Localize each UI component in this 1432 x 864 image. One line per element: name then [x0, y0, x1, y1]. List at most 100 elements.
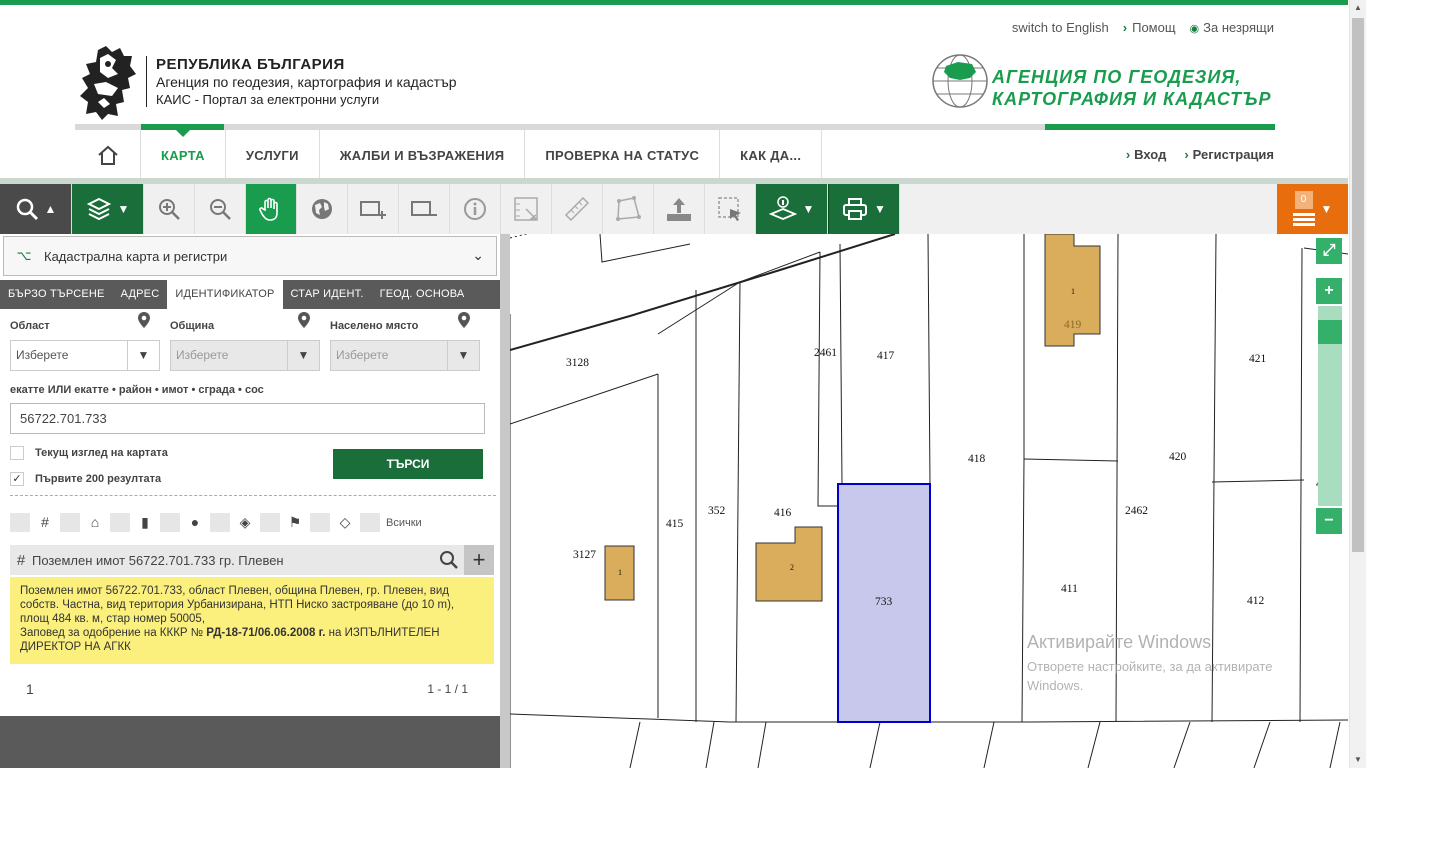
layer-info-button[interactable]: ▼ [756, 184, 828, 234]
globe-icon [312, 199, 332, 219]
header-line3: КАИС - Портал за електронни услуги [156, 92, 380, 107]
parcel-grid-icon: # [41, 514, 49, 530]
filter-all-label: Всички [386, 516, 422, 529]
fullscreen-button[interactable]: ⤢ [1316, 238, 1342, 264]
nav-status-check[interactable]: ПРОВЕРКА НА СТАТУС [525, 130, 721, 180]
parcel-label: 411 [1061, 583, 1078, 595]
zoom-in-icon [159, 199, 180, 220]
scroll-up-icon[interactable]: ▲ [1350, 0, 1366, 16]
filter-checkbox[interactable] [10, 513, 30, 532]
municipality-select[interactable]: Изберете ▼ [170, 340, 320, 371]
parcel-label: 2462 [1125, 505, 1148, 517]
parcel-label: 418 [968, 453, 986, 465]
zoom-box-out-icon [411, 201, 437, 216]
zoom-box-out-tool[interactable] [399, 184, 450, 234]
scroll-thumb[interactable] [1352, 18, 1364, 552]
full-extent-tool[interactable] [297, 184, 348, 234]
expand-icon: ⤢ [1322, 242, 1336, 259]
first-200-checkbox[interactable]: ✓ [10, 472, 24, 486]
layers-button[interactable]: ▼ [72, 184, 144, 234]
chevron-down-icon: ▼ [1320, 202, 1333, 216]
search-button[interactable]: ТЪРСИ [333, 449, 483, 479]
zoom-in-button[interactable]: + [1316, 278, 1342, 304]
filter-checkbox[interactable] [210, 513, 230, 532]
minus-icon: − [1324, 512, 1334, 529]
chevron-down-icon: ▼ [447, 341, 479, 370]
help-link[interactable]: › Помощ [1123, 20, 1176, 35]
result-count: 1 - 1 / 1 [427, 682, 468, 696]
layer-info-icon [768, 196, 797, 220]
zoom-slider-thumb[interactable] [1318, 320, 1342, 344]
identifier-label: екатте ИЛИ екатте • район • имот • сград… [10, 384, 264, 396]
filter-checkbox[interactable] [310, 513, 330, 532]
nav-complaints[interactable]: ЖАЛБИ И ВЪЗРАЖЕНИЯ [320, 130, 526, 180]
result-header[interactable]: # Поземлен имот 56722.701.733 гр. Плевен… [10, 545, 494, 575]
home-button[interactable] [75, 130, 141, 180]
unit-icon: ▮ [141, 514, 149, 530]
panel-splitter[interactable] [500, 234, 510, 768]
filter-checkbox[interactable] [160, 513, 180, 532]
coat-of-arms-logo[interactable] [78, 44, 140, 122]
parcel-label: 3127 [573, 549, 596, 561]
zoom-box-in-tool[interactable] [348, 184, 399, 234]
zoom-to-result-button[interactable] [434, 545, 464, 575]
chevron-down-icon: ▼ [117, 202, 130, 216]
tab-address[interactable]: АДРЕС [113, 280, 168, 309]
pan-tool[interactable] [246, 184, 297, 234]
measure-area-tool[interactable] [501, 184, 552, 234]
switch-language-link[interactable]: switch to English [1012, 20, 1109, 35]
draw-polygon-tool[interactable] [603, 184, 654, 234]
polygon-icon [616, 196, 641, 221]
building-label: 1 [1071, 287, 1075, 296]
eye-icon: ◉ [1189, 23, 1200, 35]
chevron-down-icon: ▼ [127, 341, 159, 370]
tab-identifier[interactable]: ИДЕНТИФИКАТОР [167, 280, 283, 309]
tab-old-identifier[interactable]: СТАР ИДЕНТ. [283, 280, 372, 309]
layers-icon [86, 197, 111, 221]
layer-selector[interactable]: ⌥ Кадастрална карта и регистри ⌄ [3, 236, 497, 276]
nav-services[interactable]: УСЛУГИ [226, 130, 320, 180]
zoom-in-tool[interactable] [144, 184, 195, 234]
search-icon [16, 198, 38, 221]
page-number[interactable]: 1 [26, 681, 34, 697]
filter-checkbox[interactable] [260, 513, 280, 532]
upload-tool[interactable] [654, 184, 705, 234]
nav-how-to[interactable]: КАК ДА... [720, 130, 823, 180]
filter-checkbox[interactable] [110, 513, 130, 532]
register-link[interactable]: › Регистрация [1184, 147, 1274, 162]
measure-distance-tool[interactable] [552, 184, 603, 234]
ruler-area-icon [514, 197, 538, 221]
top-accent-bar [0, 0, 1348, 5]
settlement-select[interactable]: Изберете ▼ [330, 340, 480, 371]
cart-button[interactable]: 0 ▼ [1277, 184, 1348, 234]
filter-checkbox[interactable] [60, 513, 80, 532]
parcel-grid-icon: # [16, 551, 26, 569]
identify-tool[interactable] [450, 184, 501, 234]
parcel-label: 3128 [566, 357, 589, 369]
location-pin-icon[interactable] [138, 312, 150, 328]
select-box-tool[interactable] [705, 184, 756, 234]
print-button[interactable]: ▼ [828, 184, 900, 234]
scroll-down-icon[interactable]: ▼ [1350, 752, 1366, 768]
nav-map[interactable]: КАРТА [141, 130, 226, 180]
tab-geodetic-base[interactable]: ГЕОД. ОСНОВА [372, 280, 473, 309]
current-view-checkbox[interactable] [10, 446, 24, 460]
chevron-down-icon: ▼ [287, 341, 319, 370]
add-to-cart-button[interactable]: + [464, 545, 494, 575]
zoom-out-tool[interactable] [195, 184, 246, 234]
printer-icon [843, 198, 868, 220]
filter-all-checkbox[interactable] [360, 513, 380, 532]
region-select[interactable]: Изберете ▼ [10, 340, 160, 371]
survey-point-icon: ⚑ [288, 514, 302, 530]
home-icon [97, 145, 118, 165]
search-toggle-button[interactable]: ▲ [0, 184, 72, 234]
login-link[interactable]: › Вход [1126, 147, 1167, 162]
tab-quick-search[interactable]: БЪРЗО ТЪРСЕНЕ [0, 280, 113, 309]
page-scrollbar[interactable]: ▲ ▼ [1349, 0, 1366, 768]
identifier-input[interactable]: 56722.701.733 [10, 403, 485, 434]
location-pin-icon[interactable] [298, 312, 310, 328]
zoom-out-button[interactable]: − [1316, 508, 1342, 534]
blind-mode-link[interactable]: ◉ За незрящи [1190, 20, 1274, 35]
polygon-icon: ◇ [339, 514, 351, 530]
location-pin-icon[interactable] [458, 312, 470, 328]
